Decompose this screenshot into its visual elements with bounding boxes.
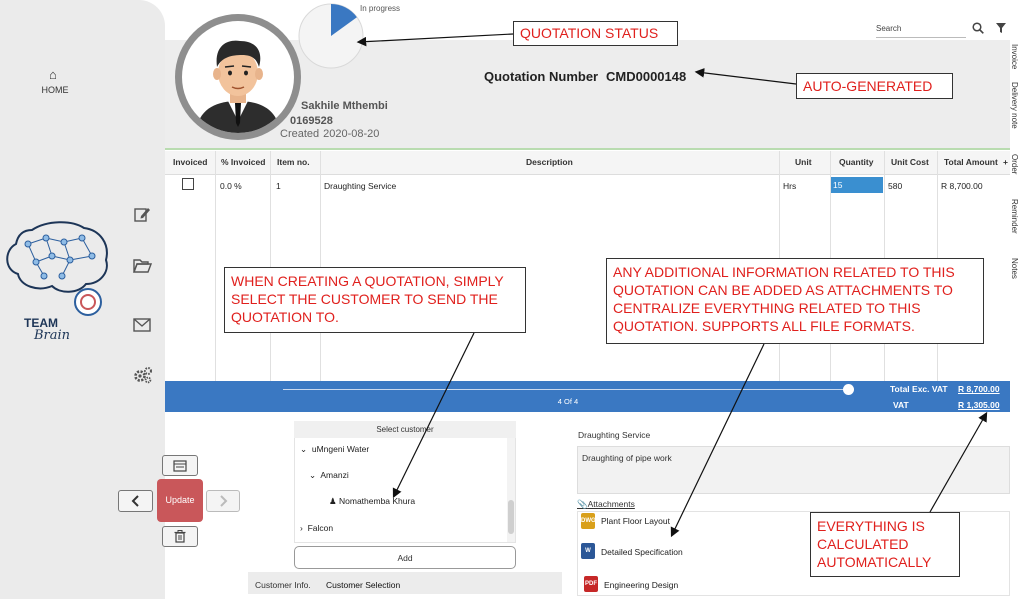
- customer-selection-label[interactable]: Customer Selection: [326, 580, 400, 590]
- next-button[interactable]: [206, 490, 240, 512]
- chevron-right-icon[interactable]: ›: [300, 523, 303, 533]
- tab-reminder[interactable]: Reminder: [1010, 199, 1019, 234]
- search-underline: [876, 37, 966, 38]
- folder-open-icon[interactable]: [132, 258, 153, 279]
- col-total-amount[interactable]: Total Amount: [944, 157, 998, 167]
- callout-customer-select: WHEN CREATING A QUOTATION, SIMPLY SELECT…: [224, 267, 526, 333]
- tree-item-amanzi[interactable]: ⌄ Amanzi: [309, 470, 349, 481]
- person-icon: ♟: [329, 496, 337, 506]
- customer-info-label[interactable]: Customer Info.: [255, 580, 311, 590]
- created-date: 2020-08-20: [323, 128, 380, 140]
- customer-tree-header: Select customer: [294, 421, 516, 438]
- filter-icon[interactable]: [996, 23, 1006, 36]
- col-item-no[interactable]: Item no.: [277, 157, 310, 167]
- add-column-button[interactable]: +: [1003, 157, 1008, 167]
- page-indicator: 4 Of 4: [557, 397, 579, 406]
- quotation-number-value: CMD0000148: [606, 69, 687, 84]
- row-invoiced-checkbox[interactable]: [182, 178, 194, 190]
- cell-quantity-input[interactable]: 15: [831, 177, 883, 193]
- search-input[interactable]: Search: [876, 24, 901, 33]
- column-divider: [215, 151, 216, 381]
- tab-notes[interactable]: Notes: [1010, 258, 1019, 279]
- tree-item-label: Falcon: [307, 523, 334, 533]
- col-description[interactable]: Description: [526, 157, 573, 167]
- list-view-button[interactable]: [162, 455, 198, 476]
- col-invoiced[interactable]: Invoiced: [173, 157, 207, 167]
- cell-percent-invoiced: 0.0 %: [220, 181, 242, 191]
- tab-order[interactable]: Order: [1010, 154, 1019, 174]
- total-excl-vat-value: R 8,700.00: [958, 384, 1000, 394]
- chevron-down-icon[interactable]: ⌄: [309, 470, 316, 480]
- item-detail-textarea[interactable]: Draughting of pipe work: [577, 446, 1010, 494]
- team-brain-logo: TEAM Brain: [2, 220, 114, 350]
- dwg-file-icon: DWG: [581, 513, 596, 529]
- delete-button[interactable]: [162, 526, 198, 547]
- column-divider: [320, 151, 321, 381]
- status-label: In progress: [360, 4, 401, 13]
- total-excl-vat-label: Total Exc. VAT: [890, 384, 948, 394]
- tree-item-label: uMngeni Water: [311, 444, 370, 454]
- column-divider: [270, 151, 271, 381]
- header-divider: [165, 148, 1010, 150]
- search-icon[interactable]: [972, 22, 984, 37]
- pdf-file-icon: PDF: [584, 576, 598, 592]
- word-file-icon: W: [581, 543, 595, 559]
- tab-invoice[interactable]: Invoice: [1010, 44, 1019, 69]
- tab-delivery-note[interactable]: Delivery note: [1010, 82, 1019, 129]
- vat-value: R 1,305.00: [958, 400, 1000, 410]
- attachments-title[interactable]: 📎Attachments: [577, 499, 635, 510]
- attachment-item[interactable]: Detailed Specification: [601, 547, 683, 557]
- col-unit[interactable]: Unit: [795, 157, 812, 167]
- created-label: Created: [280, 128, 320, 140]
- callout-quotation-status: QUOTATION STATUS: [513, 21, 678, 46]
- page-slider-knob[interactable]: [843, 384, 854, 395]
- tree-scrollbar-thumb[interactable]: [508, 500, 514, 534]
- vat-label: VAT: [893, 400, 909, 410]
- quotation-number-label: Quotation Number: [484, 69, 599, 84]
- brand-line2: Brain: [34, 328, 71, 343]
- customer-name: Sakhile Mthembi: [301, 100, 388, 112]
- tree-item-label: Nomathemba Khura: [339, 496, 416, 506]
- tree-item-nomathemba-khura[interactable]: ♟ Nomathemba Khura: [329, 496, 415, 507]
- chevron-down-icon[interactable]: ⌄: [300, 444, 307, 454]
- status-pie-chart: [298, 3, 364, 69]
- tree-item-umngeni-water[interactable]: ⌄ uMngeni Water: [300, 444, 369, 455]
- tree-item-label: Amanzi: [320, 470, 349, 480]
- col-percent-invoiced[interactable]: % Invoiced: [221, 157, 265, 167]
- cell-description[interactable]: Draughting Service: [324, 181, 396, 191]
- home-label[interactable]: HOME: [38, 85, 72, 95]
- created-row: Created 2020-08-20: [280, 128, 379, 140]
- paperclip-icon: 📎: [577, 499, 588, 509]
- cell-unit[interactable]: Hrs: [783, 181, 796, 191]
- callout-auto-calc: EVERYTHING IS CALCULATED AUTOMATICALLY: [810, 512, 960, 577]
- settings-gears-icon[interactable]: [133, 366, 153, 389]
- attachment-item[interactable]: Engineering Design: [604, 580, 678, 590]
- col-quantity[interactable]: Quantity: [839, 157, 873, 167]
- page-slider-track[interactable]: [283, 389, 848, 390]
- cell-total-amount: R 8,700.00: [941, 181, 983, 191]
- tree-item-falcon[interactable]: › Falcon: [300, 523, 333, 533]
- envelope-icon[interactable]: [133, 317, 151, 337]
- col-unit-cost[interactable]: Unit Cost: [891, 157, 929, 167]
- callout-auto-generated: AUTO-GENERATED: [796, 73, 953, 99]
- previous-button[interactable]: [118, 490, 153, 512]
- customer-number: 0169528: [290, 115, 333, 127]
- edit-icon[interactable]: [133, 205, 151, 228]
- add-customer-button[interactable]: Add: [294, 546, 516, 569]
- avatar: [182, 21, 294, 133]
- attachment-item[interactable]: Plant Floor Layout: [601, 516, 670, 526]
- home-icon[interactable]: ⌂: [49, 67, 57, 82]
- callout-attachments: ANY ADDITIONAL INFORMATION RELATED TO TH…: [606, 258, 984, 344]
- update-button[interactable]: Update: [157, 479, 203, 522]
- item-detail-title: Draughting Service: [578, 430, 651, 440]
- cell-unit-cost[interactable]: 580: [888, 181, 902, 191]
- cell-item-no: 1: [276, 181, 281, 191]
